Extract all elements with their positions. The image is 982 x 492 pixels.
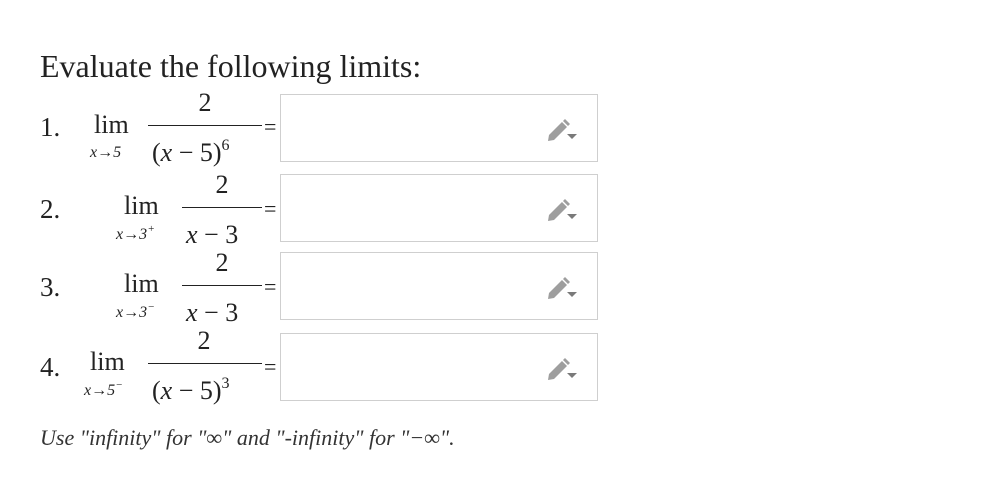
pencil-icon[interactable] [545, 275, 579, 301]
instruction-note: Use "infinity" for "∞" and "-infinity" f… [40, 425, 455, 450]
equals-sign: = [264, 354, 277, 379]
lim-operator: lim [90, 347, 125, 376]
fraction-bar [148, 125, 262, 126]
denominator: (x − 5)6 [152, 137, 230, 167]
answer-input-3[interactable] [280, 252, 598, 320]
fraction-bar [182, 285, 262, 286]
lim-operator: lim [94, 110, 129, 139]
pencil-icon[interactable] [545, 197, 579, 223]
denominator: x − 3 [186, 220, 239, 249]
equals-sign: = [264, 114, 277, 139]
lim-operator: lim [124, 191, 159, 220]
denominator: x − 3 [186, 298, 239, 327]
answer-input-1[interactable] [280, 94, 598, 162]
numerator: 2 [215, 170, 229, 199]
fraction-bar [148, 363, 262, 364]
numerator: 2 [198, 88, 212, 117]
problem-number: 4. [40, 352, 61, 382]
equals-sign: = [264, 274, 277, 299]
pencil-icon[interactable] [545, 117, 579, 143]
instructions-title: Evaluate the following limits: [40, 48, 422, 84]
limit-subscript: x→3+ [116, 223, 155, 243]
lim-operator: lim [124, 269, 159, 298]
denominator: (x − 5)3 [152, 375, 230, 405]
problem-number: 1. [40, 112, 61, 142]
numerator: 2 [215, 248, 229, 277]
limit-subscript: x→5 [90, 144, 122, 161]
fraction-bar [182, 207, 262, 208]
answer-input-4[interactable] [280, 333, 598, 401]
answer-input-2[interactable] [280, 174, 598, 242]
limit-subscript: x→3− [116, 301, 155, 321]
problem-number: 2. [40, 194, 61, 224]
numerator: 2 [197, 326, 211, 355]
pencil-icon[interactable] [545, 356, 579, 382]
equals-sign: = [264, 196, 277, 221]
problem-number: 3. [40, 272, 61, 302]
limit-subscript: x→5− [84, 379, 123, 399]
